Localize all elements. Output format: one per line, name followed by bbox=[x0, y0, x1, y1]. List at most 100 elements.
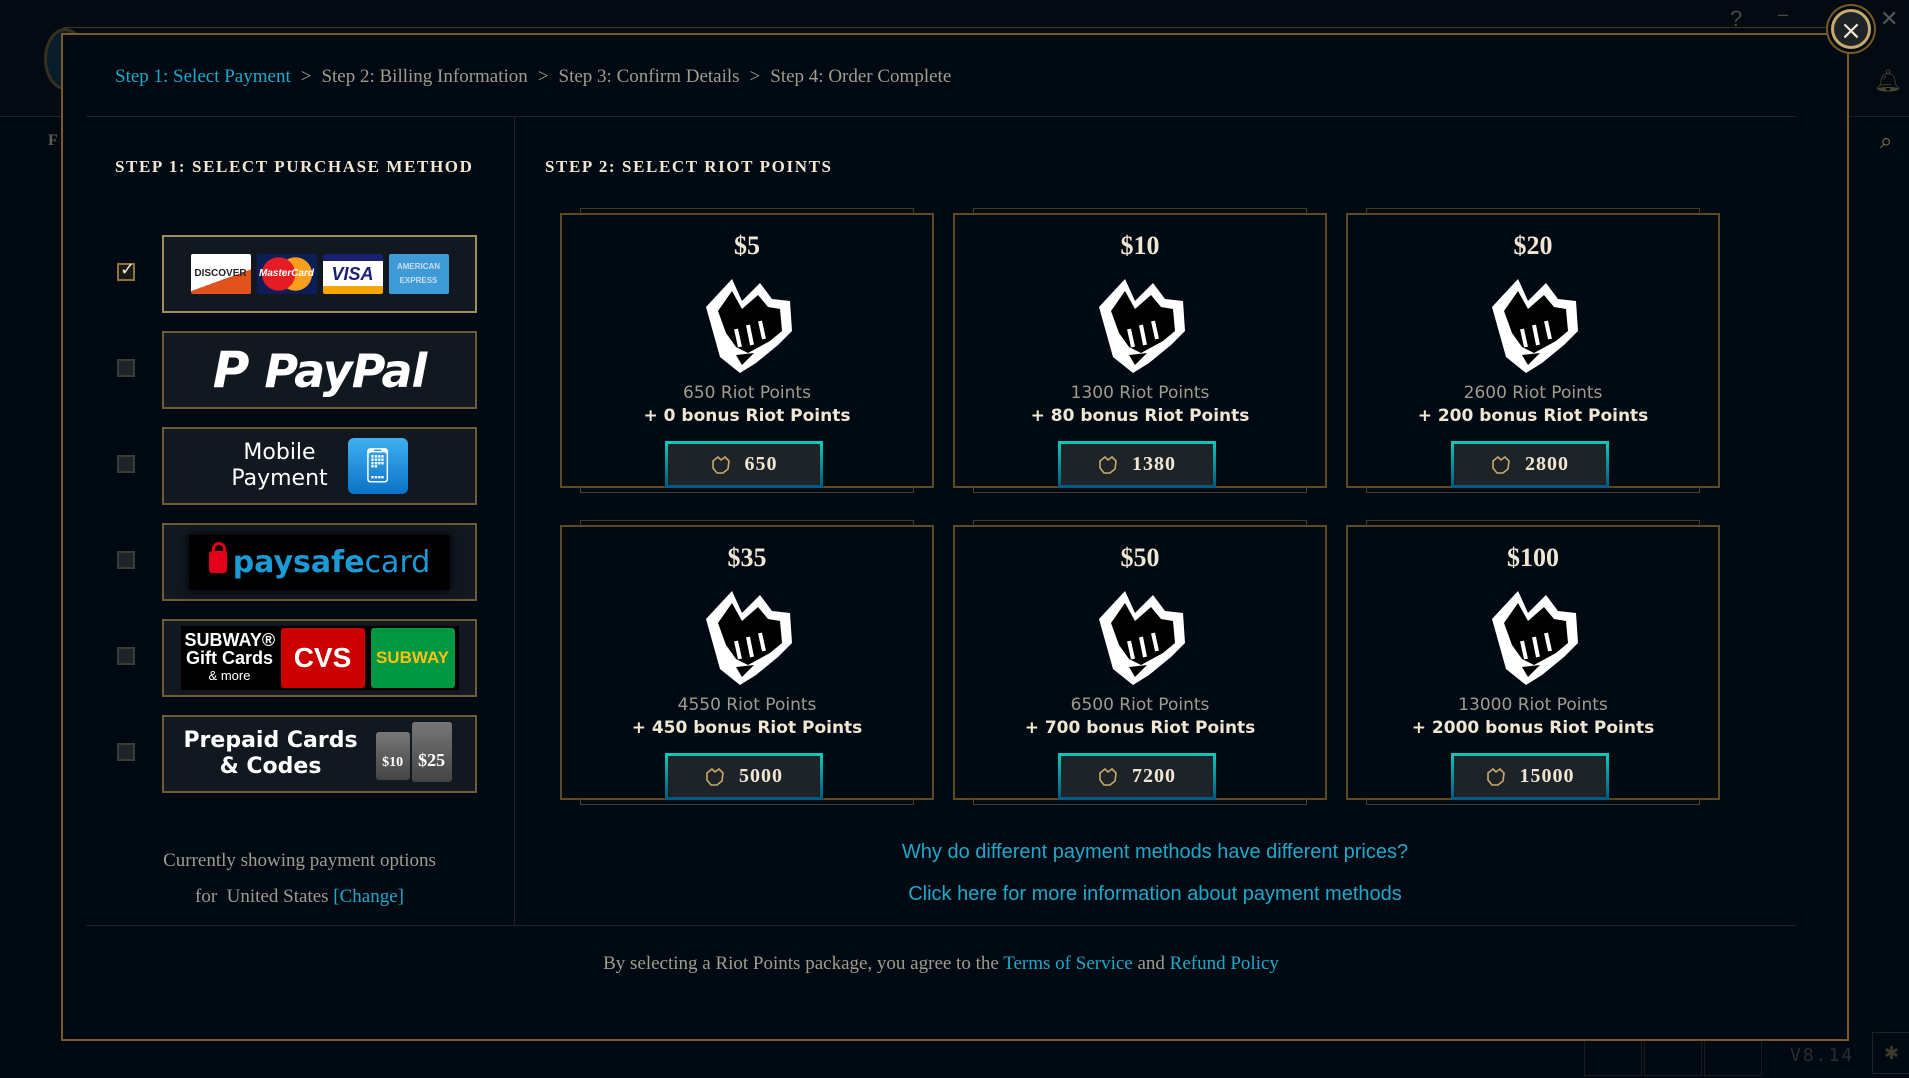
buy-package-button[interactable]: 1380 bbox=[1058, 441, 1216, 488]
mic-icon[interactable] bbox=[1704, 1040, 1762, 1076]
discover-logo: DISCOVER bbox=[190, 254, 251, 294]
paysafecard-option[interactable]: paysafe card bbox=[162, 523, 477, 601]
country-prefix: for bbox=[195, 886, 218, 907]
paypal-label: PayPal bbox=[264, 344, 427, 398]
package-total-points: 5000 bbox=[739, 765, 783, 787]
package-bonus-points: + 0 bonus Riot Points bbox=[643, 406, 851, 426]
breadcrumb-step-1[interactable]: Step 1: Select Payment bbox=[115, 66, 291, 87]
minimize-icon[interactable]: – bbox=[1778, 4, 1788, 25]
package-base-points: 6500 Riot Points bbox=[1070, 695, 1210, 715]
breadcrumb-step-4: Step 4: Order Complete bbox=[770, 66, 952, 87]
package-bonus-points: + 2000 bonus Riot Points bbox=[1411, 718, 1655, 738]
paysafe-text: paysafe bbox=[232, 544, 365, 580]
package-price: $50 bbox=[1120, 543, 1160, 572]
visa-logo: VISA bbox=[322, 254, 383, 294]
buy-package-button[interactable]: 15000 bbox=[1451, 753, 1609, 800]
payment-method-gift-cards[interactable]: SUBWAY® Gift Cards & more CVS SUBWAY bbox=[115, 619, 477, 697]
header-divider bbox=[86, 116, 1796, 117]
rp-package-card-2[interactable]: $10 1300 Riot Points + 80 bonus Riot Poi… bbox=[953, 208, 1327, 493]
rp-package-card-1[interactable]: $5 650 Riot Points + 0 bonus Riot Points… bbox=[560, 208, 934, 493]
bell-icon[interactable]: 🔔︎ bbox=[1874, 68, 1902, 94]
riot-fist-icon bbox=[706, 591, 792, 685]
terms-and: and bbox=[1137, 953, 1165, 974]
riot-points-title: STEP 2: SELECT RIOT POINTS bbox=[545, 157, 833, 176]
package-base-points: 4550 Riot Points bbox=[677, 695, 817, 715]
package-total-points: 15000 bbox=[1519, 765, 1575, 787]
client-nav-initial: F bbox=[48, 132, 58, 149]
mobile-payment-option[interactable]: Mobile Payment 📱︎ bbox=[162, 427, 477, 505]
rp-coin-icon bbox=[1492, 455, 1510, 474]
paypal-checkbox[interactable] bbox=[117, 359, 135, 377]
payment-method-prepaid[interactable]: Prepaid Cards & Codes $10 $25 bbox=[115, 715, 477, 793]
card-text: card bbox=[364, 544, 431, 580]
purchase-method-title: STEP 1: SELECT PURCHASE METHOD bbox=[115, 157, 474, 176]
payment-method-paysafecard[interactable]: paysafe card bbox=[115, 523, 477, 601]
paypal-p-icon: P bbox=[212, 341, 250, 399]
buy-package-button[interactable]: 650 bbox=[665, 441, 823, 488]
riot-fist-icon bbox=[1492, 591, 1578, 685]
different-prices-link[interactable]: Why do different payment methods have di… bbox=[514, 841, 1796, 864]
payment-method-mobile[interactable]: Mobile Payment 📱︎ bbox=[115, 427, 477, 505]
credit-card-logos: DISCOVER MasterCard VISA AMERICAN EXPRES… bbox=[190, 254, 449, 294]
package-total-points: 650 bbox=[744, 453, 778, 475]
credit-card-checkbox[interactable] bbox=[117, 259, 135, 281]
rp-package-card-4[interactable]: $35 4550 Riot Points + 450 bonus Riot Po… bbox=[560, 520, 934, 805]
country-info: Currently showing payment options for Un… bbox=[115, 843, 484, 915]
close-window-icon[interactable]: ✕ bbox=[1880, 6, 1898, 32]
prepaid-card-10: $10 bbox=[375, 732, 410, 780]
breadcrumb-separator: > bbox=[537, 66, 549, 87]
mobile-payment-checkbox[interactable] bbox=[117, 455, 135, 473]
help-icon[interactable]: ? bbox=[1730, 6, 1742, 32]
prepaid-checkbox[interactable] bbox=[117, 743, 135, 761]
country-line-1: Currently showing payment options bbox=[163, 850, 436, 871]
gift-cards-checkbox[interactable] bbox=[117, 647, 135, 665]
chat-icon[interactable] bbox=[1584, 1040, 1642, 1076]
buy-package-button[interactable]: 2800 bbox=[1451, 441, 1609, 488]
search-icon[interactable]: ⌕ bbox=[1880, 128, 1892, 154]
package-bonus-points: + 200 bonus Riot Points bbox=[1417, 406, 1649, 426]
mobile-payment-label: Mobile Payment bbox=[231, 440, 328, 491]
breadcrumb-separator: > bbox=[749, 66, 761, 87]
footer-divider bbox=[86, 925, 1796, 926]
close-button[interactable]: × bbox=[1831, 9, 1871, 49]
package-price: $5 bbox=[734, 231, 760, 260]
payment-info-link[interactable]: Click here for more information about pa… bbox=[514, 883, 1796, 906]
package-price: $20 bbox=[1513, 231, 1553, 260]
bug-icon[interactable]: ✱ bbox=[1872, 1032, 1909, 1074]
package-bonus-points: + 700 bonus Riot Points bbox=[1024, 718, 1256, 738]
terms-of-service-link[interactable]: Terms of Service bbox=[1003, 953, 1133, 974]
credit-card-option[interactable]: DISCOVER MasterCard VISA AMERICAN EXPRES… bbox=[162, 235, 477, 313]
breadcrumb-step-2: Step 2: Billing Information bbox=[321, 66, 528, 87]
refund-policy-link[interactable]: Refund Policy bbox=[1170, 953, 1279, 974]
gift-cards-option[interactable]: SUBWAY® Gift Cards & more CVS SUBWAY bbox=[162, 619, 477, 697]
rp-package-card-5[interactable]: $50 6500 Riot Points + 700 bonus Riot Po… bbox=[953, 520, 1327, 805]
version-label: V8.14 bbox=[1790, 1045, 1855, 1066]
payment-method-credit-card[interactable]: DISCOVER MasterCard VISA AMERICAN EXPRES… bbox=[115, 235, 477, 313]
buy-package-button[interactable]: 5000 bbox=[665, 753, 823, 800]
package-base-points: 1300 Riot Points bbox=[1070, 383, 1210, 403]
terms-prefix: By selecting a Riot Points package, you … bbox=[603, 953, 999, 974]
buy-package-button[interactable]: 7200 bbox=[1058, 753, 1216, 800]
country-name: United States bbox=[226, 886, 329, 907]
rp-package-card-6[interactable]: $100 13000 Riot Points + 2000 bonus Riot… bbox=[1346, 520, 1720, 805]
rp-package-card-3[interactable]: $20 2600 Riot Points + 200 bonus Riot Po… bbox=[1346, 208, 1720, 493]
package-bonus-points: + 80 bonus Riot Points bbox=[1030, 406, 1250, 426]
paypal-option[interactable]: P PayPal bbox=[162, 331, 477, 409]
lock-icon bbox=[208, 542, 227, 573]
riot-fist-icon bbox=[706, 279, 792, 373]
package-base-points: 650 Riot Points bbox=[683, 383, 811, 403]
rp-coin-icon bbox=[1099, 767, 1117, 786]
rp-coin-icon bbox=[1099, 455, 1117, 474]
friends-icon[interactable] bbox=[1644, 1040, 1702, 1076]
breadcrumb-separator: > bbox=[300, 66, 312, 87]
modal-top-trim bbox=[63, 27, 1843, 28]
package-total-points: 7200 bbox=[1132, 765, 1176, 787]
payment-method-paypal[interactable]: P PayPal bbox=[115, 331, 477, 409]
package-total-points: 2800 bbox=[1525, 453, 1569, 475]
amex-logo: AMERICAN EXPRESS bbox=[388, 254, 449, 294]
prepaid-option[interactable]: Prepaid Cards & Codes $10 $25 bbox=[162, 715, 477, 793]
package-bonus-points: + 450 bonus Riot Points bbox=[631, 718, 863, 738]
paypal-logo: P PayPal bbox=[212, 341, 428, 399]
change-country-link[interactable]: [Change] bbox=[333, 886, 404, 907]
paysafecard-checkbox[interactable] bbox=[117, 551, 135, 569]
